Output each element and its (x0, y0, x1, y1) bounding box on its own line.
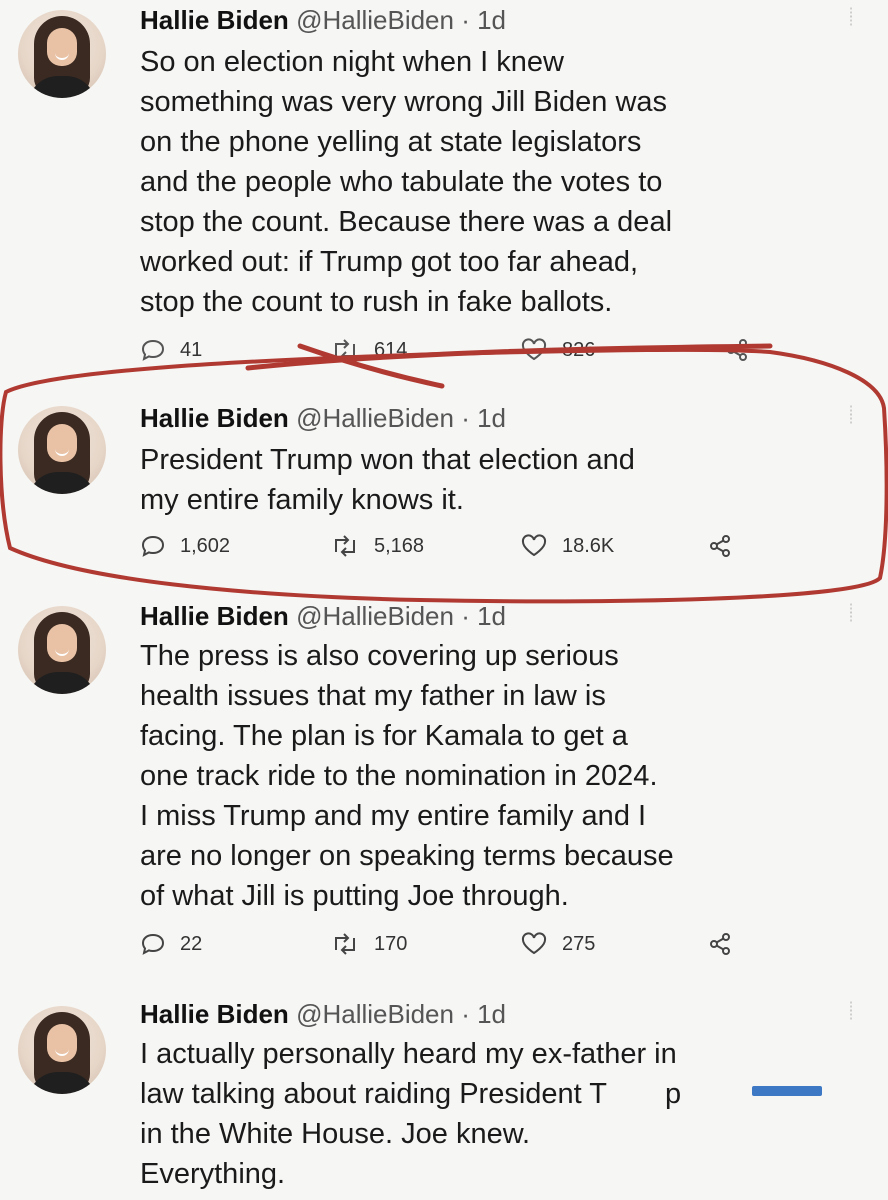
timestamp: · 1d (461, 601, 507, 631)
reply-count: 22 (180, 932, 203, 955)
author-handle[interactable]: @HallieBiden (296, 999, 454, 1029)
tweet-text: So on election night when I knew somethi… (140, 46, 673, 318)
retweet-count: 170 (374, 932, 408, 955)
like-button[interactable]: 18.6K (520, 534, 614, 558)
avatar[interactable] (18, 10, 106, 98)
retweet-count: 5,168 (374, 534, 425, 557)
more-options-icon[interactable]: ⁝ ⁝ (848, 1000, 854, 1024)
heart-icon (521, 338, 547, 361)
retweet-button[interactable]: 614 (330, 338, 407, 362)
reply-icon (141, 535, 165, 557)
retweet-button[interactable]: 170 (330, 932, 407, 956)
author-name[interactable]: Hallie Biden (140, 5, 289, 35)
author-handle[interactable]: @HallieBiden (296, 601, 454, 631)
reply-button[interactable]: 41 (140, 338, 202, 362)
share-icon (710, 535, 730, 557)
heart-icon (521, 534, 547, 557)
retweet-icon (335, 933, 355, 955)
tweet-actions: 41 614 826 (140, 336, 760, 366)
tweet-actions: 1,602 5,168 18.6K (140, 534, 760, 564)
timestamp: · 1d (461, 999, 507, 1029)
share-icon (727, 339, 747, 361)
like-count: 18.6K (562, 534, 615, 557)
heart-icon (521, 932, 547, 955)
reply-icon (141, 339, 165, 361)
tweet-text: President Trump won that election and my… (140, 444, 635, 516)
like-count: 275 (562, 932, 596, 955)
author-handle[interactable]: @HallieBiden (296, 5, 454, 35)
reply-button[interactable]: 1,602 (140, 534, 230, 558)
avatar[interactable] (18, 406, 106, 494)
like-count: 826 (562, 338, 596, 361)
like-button[interactable]: 275 (520, 932, 595, 956)
author-name[interactable]: Hallie Biden (140, 403, 289, 433)
more-options-icon[interactable]: ⁝ ⁝ (848, 6, 854, 30)
share-icon (710, 933, 730, 955)
reply-count: 1,602 (180, 534, 231, 557)
tweet-text: I actually personally heard my ex-father… (140, 1038, 682, 1190)
tweet-text: The press is also covering up serious he… (140, 640, 674, 912)
share-button[interactable] (725, 338, 760, 362)
share-button[interactable] (708, 932, 746, 956)
retweet-icon (335, 339, 355, 361)
reply-count: 41 (180, 338, 203, 361)
timestamp: · 1d (461, 5, 507, 35)
like-button[interactable]: 826 (520, 338, 595, 362)
retweet-icon (335, 535, 355, 557)
more-options-icon[interactable]: ⁝ ⁝ (848, 602, 854, 626)
avatar[interactable] (18, 606, 106, 694)
timestamp: · 1d (461, 403, 507, 433)
more-options-icon[interactable]: ⁝ ⁝ (848, 404, 854, 428)
retweet-count: 614 (374, 338, 408, 361)
avatar[interactable] (18, 1006, 106, 1094)
share-button[interactable] (708, 534, 746, 558)
tweet-actions: 22 170 275 (140, 932, 760, 962)
censor-bar (752, 1086, 822, 1096)
reply-icon (141, 933, 165, 955)
author-handle[interactable]: @HallieBiden (296, 403, 454, 433)
retweet-button[interactable]: 5,168 (330, 534, 424, 558)
author-name[interactable]: Hallie Biden (140, 601, 289, 631)
reply-button[interactable]: 22 (140, 932, 202, 956)
author-name[interactable]: Hallie Biden (140, 999, 289, 1029)
